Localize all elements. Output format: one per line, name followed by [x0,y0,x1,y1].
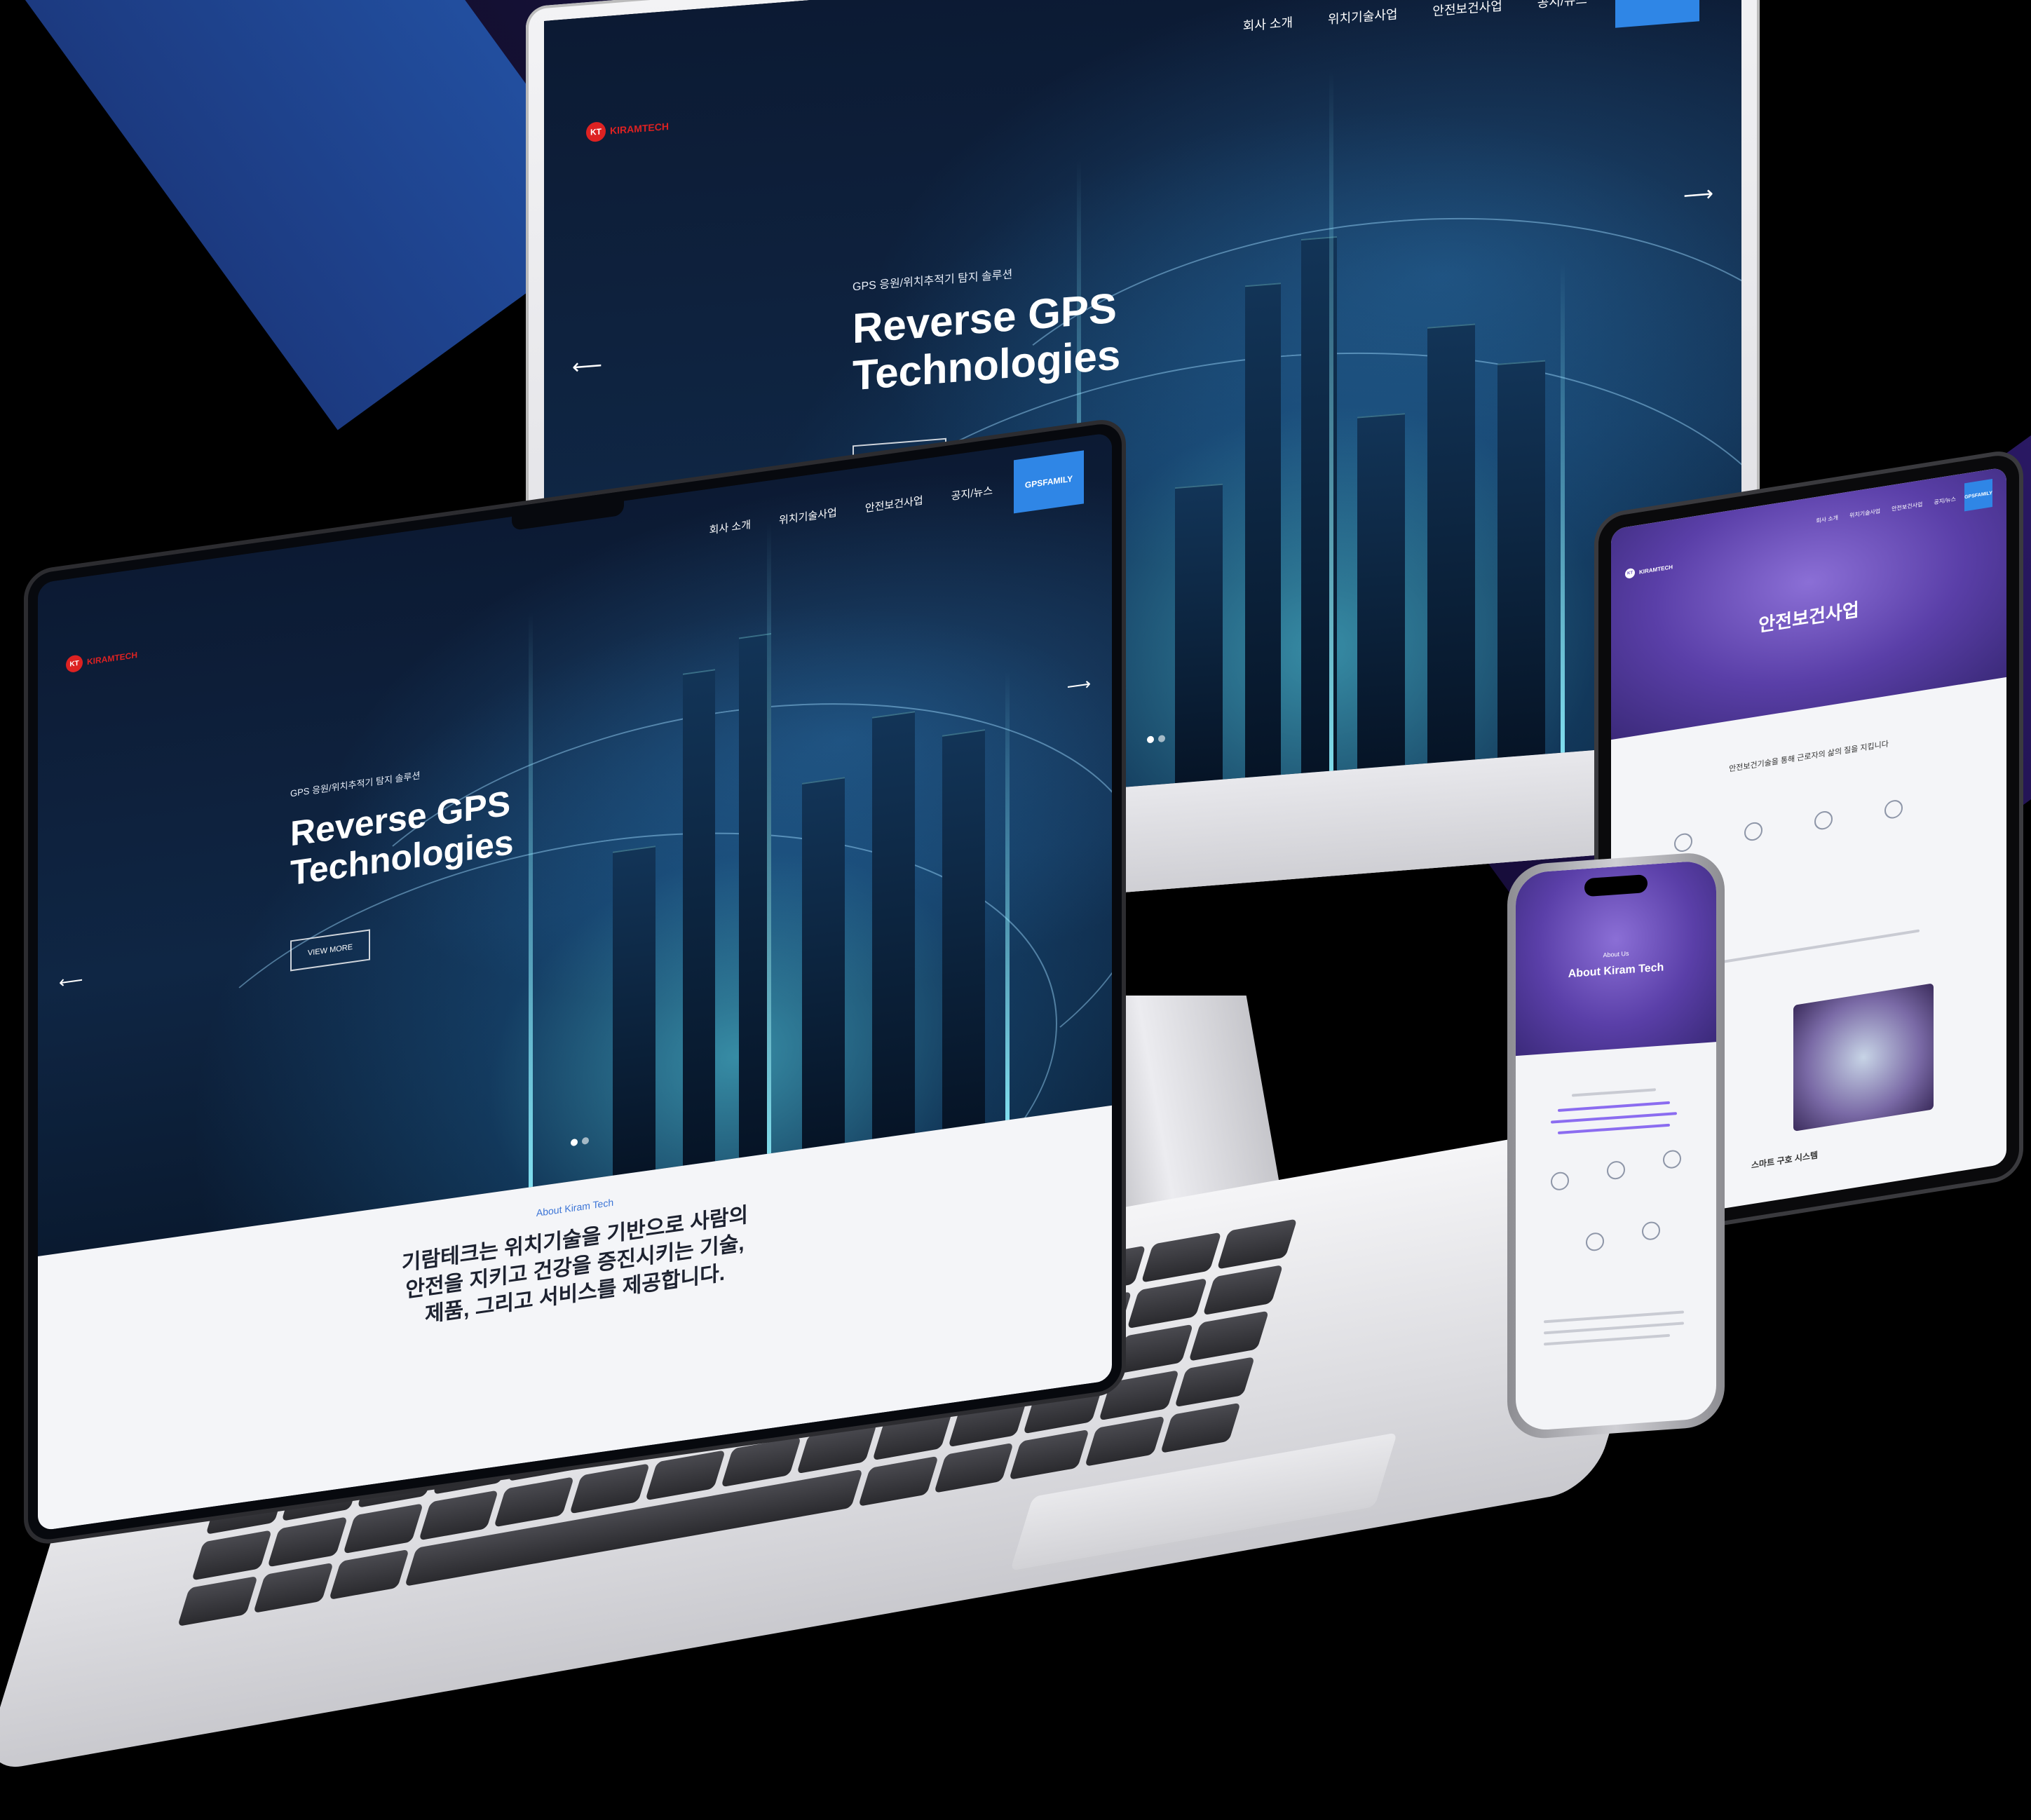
key [418,1490,499,1541]
site-logo[interactable]: KT KIRAMTECH [1625,562,1673,579]
nav-item-news[interactable]: 공지/뉴스 [951,463,993,522]
logo-mark: KT [1625,567,1635,579]
tablet-footer-text: 스마트 구호 시스템 [1751,1150,1818,1171]
key [1085,1415,1166,1467]
gpsfamily-button[interactable]: GPSFAMILY [1014,450,1084,514]
slide-dot[interactable] [1147,735,1154,744]
nav-item-about[interactable]: 회사 소개 [1816,503,1838,535]
key [1113,1324,1194,1375]
laptop-screen: KT KIRAMTECH 회사 소개 위치기술사업 안전보건사업 공지/뉴스 G… [38,432,1112,1532]
text-line [1695,929,1920,968]
logo-mark: KT [586,121,606,143]
building [1357,413,1406,769]
slide-dot[interactable] [1158,735,1165,743]
feature-icon [1814,810,1833,831]
key [1009,1429,1090,1480]
building [1175,483,1223,784]
key [933,1442,1014,1493]
prev-slide-arrow[interactable]: ⟵ [572,353,602,379]
key [569,1463,651,1514]
key [645,1450,726,1501]
building [1245,283,1282,778]
slide-dot[interactable] [571,1138,578,1147]
tablet-hero-title: 안전보건사업 [1758,599,1859,636]
tablet-section-text: 안전보건기술을 통해 근로자의 삶의 질을 지킵니다 [1729,740,1889,774]
light-beam [1561,262,1565,753]
text-line [1544,1333,1670,1346]
next-slide-arrow[interactable]: ⟶ [1067,674,1091,698]
building [1427,323,1476,763]
phone-screen: About Us About Kiram Tech [1516,860,1716,1432]
product-image [1793,983,1934,1132]
key [721,1437,801,1488]
key [857,1455,939,1507]
building [613,846,656,1176]
feature-icon [1607,1160,1625,1181]
text-line [1544,1322,1684,1335]
key [1160,1402,1241,1453]
key [1216,1218,1298,1270]
building [942,729,986,1129]
light-beam [767,522,771,1154]
tablet-hero: KT KIRAMTECH 회사 소개 위치기술사업 안전보건사업 공지/뉴스 G… [1611,466,2006,740]
prev-slide-arrow[interactable]: ⟵ [59,970,83,993]
mockup-stage: KT KIRAMTECH 회사 소개 위치기술사업 안전보건사업 공지/뉴스 G… [0,0,2031,1820]
building [802,777,845,1149]
feature-icon [1884,799,1903,820]
key [191,1530,272,1581]
feature-icon [1674,831,1692,853]
nav-item-location-tech[interactable]: 위치기술사업 [1328,0,1397,50]
slide-dot[interactable] [582,1136,589,1145]
building [1497,360,1546,758]
key [1188,1310,1270,1361]
key [1202,1264,1284,1316]
feature-icon [1663,1149,1681,1169]
feature-icon [1551,1171,1569,1191]
key [252,1562,334,1614]
light-beam [1005,671,1010,1121]
key [177,1575,258,1627]
nav-item-location-tech[interactable]: 위치기술사업 [1849,496,1880,529]
feature-icon [1586,1232,1604,1252]
key [494,1476,575,1528]
laptop-device: KT KIRAMTECH 회사 소개 위치기술사업 안전보건사업 공지/뉴스 G… [28,421,1122,1542]
building [683,669,715,1166]
key [342,1503,423,1554]
feature-icon [1744,820,1762,843]
nav-item-safety[interactable]: 안전보건사업 [865,473,923,535]
nav-item-news[interactable]: 공지/뉴스 [1537,0,1587,34]
tablet-nav: 회사 소개 위치기술사업 안전보건사업 공지/뉴스 GPSFAMILY [1816,478,1992,535]
highlighted-line [1558,1101,1670,1112]
light-beam [529,611,533,1188]
text-line [1572,1088,1656,1097]
logo-text: KIRAMTECH [1639,563,1673,576]
logo-mark: KT [66,654,83,674]
nav-item-about[interactable]: 회사 소개 [709,497,751,556]
nav-item-about[interactable]: 회사 소개 [1243,0,1293,57]
nav-item-safety[interactable]: 안전보건사업 [1891,490,1922,523]
feature-icon [1642,1221,1660,1241]
highlighted-line [1551,1112,1677,1124]
nav-item-location-tech[interactable]: 위치기술사업 [779,485,837,547]
slide-indicator [1147,735,1165,744]
highlighted-line [1558,1123,1670,1134]
smartphone-device: About Us About Kiram Tech [1507,850,1725,1441]
text-line [1544,1310,1684,1324]
next-slide-arrow[interactable]: ⟶ [1683,182,1713,208]
logo-text: KIRAMTECH [87,650,137,667]
logo-text: KIRAMTECH [610,120,669,137]
light-beam [1329,69,1333,771]
key [328,1549,409,1601]
gpsfamily-button[interactable]: GPSFAMILY [1964,478,1992,512]
key [1127,1277,1208,1329]
key [1174,1357,1256,1408]
nav-item-safety[interactable]: 안전보건사업 [1432,0,1502,42]
building [872,711,916,1139]
key [267,1516,348,1568]
nav-item-news[interactable]: 공지/뉴스 [1934,484,1956,516]
key [1141,1232,1222,1283]
